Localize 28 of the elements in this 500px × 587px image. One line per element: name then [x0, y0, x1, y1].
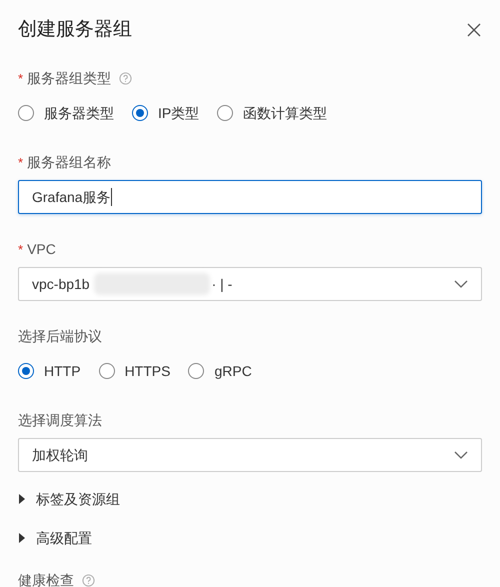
close-icon[interactable] [467, 23, 481, 37]
required-mark: * [18, 156, 24, 168]
required-mark: * [18, 72, 24, 84]
radio-option[interactable]: IP类型 [132, 102, 200, 124]
dialog-title: 创建服务器组 [18, 18, 132, 42]
field-label: 服务器组名称 [27, 152, 112, 172]
collapse-toggle[interactable]: 标签及资源组 [18, 489, 120, 509]
field-label: 选择调度算法 [18, 410, 102, 430]
radio-option[interactable]: 函数计算类型 [217, 102, 328, 124]
field-label: VPC [27, 240, 56, 258]
field-label: 服务器组类型 [27, 68, 112, 88]
triangle-right-icon [18, 494, 26, 504]
radio-option[interactable]: 服务器类型 [18, 102, 114, 124]
radio-option[interactable]: gRPC [188, 360, 252, 382]
radio-option[interactable]: HTTP [18, 360, 81, 382]
select-dropdown[interactable]: vpc-bp1b · | - [18, 267, 482, 301]
help-icon[interactable] [82, 574, 95, 586]
collapse-toggle[interactable]: 高级配置 [18, 528, 92, 548]
help-icon[interactable] [119, 72, 132, 84]
text-input[interactable]: Grafana服务 [18, 180, 482, 214]
field-label: 健康检查 [18, 570, 74, 587]
chevron-down-icon [454, 280, 468, 288]
triangle-right-icon [18, 533, 26, 543]
select-dropdown[interactable]: 加权轮询 [18, 438, 482, 472]
radio-option[interactable]: HTTPS [98, 360, 170, 382]
chevron-down-icon [454, 451, 468, 459]
field-label: 选择后端协议 [18, 326, 102, 346]
required-mark: * [18, 242, 24, 256]
